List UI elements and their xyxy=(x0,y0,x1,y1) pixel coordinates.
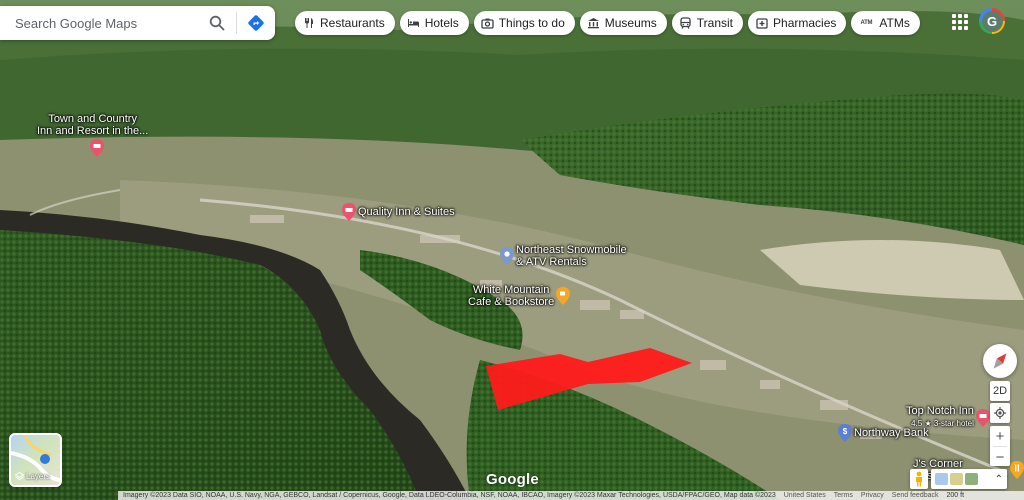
place-label-name: Top Notch Inn xyxy=(906,405,974,417)
privacy-link[interactable]: Privacy xyxy=(861,492,884,499)
hotel-pin-icon xyxy=(89,139,104,157)
atm-icon: ATM xyxy=(860,20,873,26)
camera-icon xyxy=(481,17,494,30)
place-label: Town and Country Inn and Resort in the..… xyxy=(37,113,148,137)
scale-bar[interactable]: 200 ft xyxy=(947,492,965,499)
place-white-mountain-cafe[interactable]: White Mountain Cafe & Bookstore xyxy=(468,284,571,308)
place-label: Northeast Snowmobile & ATV Rentals xyxy=(516,244,627,268)
place-northeast-snowmobile[interactable]: Northeast Snowmobile & ATV Rentals xyxy=(500,244,627,268)
restaurant-pin-icon xyxy=(1010,461,1024,479)
restaurant-icon xyxy=(302,17,315,30)
layer-tile-terrain[interactable] xyxy=(965,473,978,485)
hotel-pin-icon xyxy=(342,203,356,221)
chip-transit[interactable]: Transit xyxy=(671,11,744,35)
chip-label: Transit xyxy=(696,16,734,30)
chip-label: ATMs xyxy=(879,16,910,30)
place-label: Northway Bank xyxy=(854,427,929,439)
map-footer: Imagery ©2023 Data SIO, NOAA, U.S. Navy,… xyxy=(118,491,1024,500)
hotel-icon xyxy=(407,17,420,30)
layers-label: Layers xyxy=(26,472,51,481)
my-location-button[interactable] xyxy=(990,403,1010,423)
layer-tile-transit[interactable] xyxy=(935,473,948,485)
layers-label-group: Layers xyxy=(15,472,50,481)
chip-restaurants[interactable]: Restaurants xyxy=(295,11,395,35)
search-box xyxy=(0,6,275,40)
place-label-line2: & ATV Rentals xyxy=(516,256,587,268)
avatar-initial: G xyxy=(981,10,1003,32)
bank-pin-icon: $ xyxy=(838,424,852,442)
compass-button[interactable] xyxy=(983,344,1017,378)
layers-icon xyxy=(15,472,24,481)
hotel-pin-icon xyxy=(975,408,990,427)
cafe-pin-icon xyxy=(556,287,571,305)
chip-hotels[interactable]: Hotels xyxy=(399,11,469,35)
view-mode-label: 2D xyxy=(992,385,1008,397)
chip-label: Museums xyxy=(604,16,657,30)
place-type: 3-star hotel xyxy=(933,419,974,428)
chevron-up-icon[interactable]: ⌃ xyxy=(995,474,1003,485)
chip-museums[interactable]: Museums xyxy=(579,11,667,35)
pharmacy-icon xyxy=(755,17,768,30)
compass-icon xyxy=(993,353,1007,369)
place-northway-bank[interactable]: $ Northway Bank xyxy=(838,424,929,442)
zoom-control: + − xyxy=(990,426,1010,466)
chip-things-to-do[interactable]: Things to do xyxy=(473,11,575,35)
museum-icon xyxy=(587,17,600,30)
account-avatar[interactable]: G xyxy=(979,8,1005,34)
place-label-line1: Northeast Snowmobile xyxy=(516,244,627,256)
zoom-in-button[interactable]: + xyxy=(990,426,1010,446)
layer-tile-traffic[interactable] xyxy=(950,473,963,485)
svg-text:$: $ xyxy=(843,427,848,436)
quick-layers: ⌃ xyxy=(931,469,1007,489)
google-apps-icon[interactable] xyxy=(952,14,968,30)
category-chips: Restaurants Hotels Things to do Museums … xyxy=(295,11,920,35)
chip-label: Hotels xyxy=(424,16,459,30)
imagery-attribution: Imagery ©2023 Data SIO, NOAA, U.S. Navy,… xyxy=(123,492,776,499)
place-label: Quality Inn & Suites xyxy=(358,206,455,218)
chip-label: Pharmacies xyxy=(773,16,837,30)
place-label-line1: Town and Country xyxy=(48,113,137,125)
search-button[interactable] xyxy=(198,6,236,40)
search-input[interactable] xyxy=(0,6,198,40)
directions-icon xyxy=(248,15,264,31)
google-logo: Google xyxy=(486,471,539,488)
street-view-pegman[interactable] xyxy=(910,469,928,489)
shop-pin-icon xyxy=(500,247,514,265)
layers-button[interactable]: Layers xyxy=(9,433,62,487)
chip-label: Things to do xyxy=(498,16,565,30)
transit-icon xyxy=(679,17,692,30)
send-feedback-link[interactable]: Send feedback xyxy=(892,492,939,499)
chip-label: Restaurants xyxy=(320,16,385,30)
chip-pharmacies[interactable]: Pharmacies xyxy=(748,11,847,35)
terms-link[interactable]: Terms xyxy=(834,492,853,499)
place-label: White Mountain Cafe & Bookstore xyxy=(468,284,554,308)
zoom-out-button[interactable]: − xyxy=(990,447,1010,467)
place-town-and-country[interactable]: Town and Country Inn and Resort in the..… xyxy=(37,113,148,157)
place-label-line1: White Mountain xyxy=(472,284,550,296)
view-mode-toggle[interactable]: 2D xyxy=(990,381,1010,401)
directions-button[interactable] xyxy=(237,6,275,40)
pegman-icon xyxy=(916,471,922,487)
search-icon xyxy=(209,15,225,31)
location-icon xyxy=(994,407,1006,419)
place-quality-inn[interactable]: Quality Inn & Suites xyxy=(342,203,455,221)
country-link[interactable]: United States xyxy=(784,492,826,499)
place-label-line2: Inn and Resort in the... xyxy=(37,125,149,137)
highlighted-parcel[interactable] xyxy=(486,348,692,410)
chip-atms[interactable]: ATM ATMs xyxy=(851,11,920,35)
place-label-line2: Cafe & Bookstore xyxy=(468,296,555,308)
